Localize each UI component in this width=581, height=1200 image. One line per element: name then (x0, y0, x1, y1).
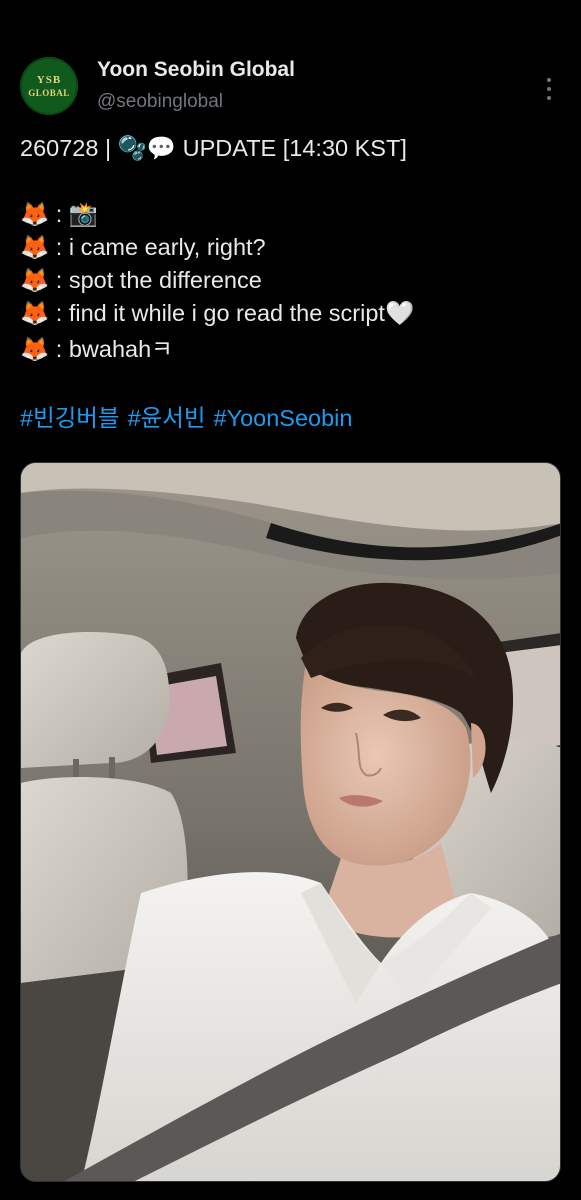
message-text: : find it while i go read the script🤍 (49, 300, 415, 326)
update-time-label: UPDATE [14:30 KST] (176, 135, 407, 161)
more-options-icon[interactable] (536, 72, 562, 112)
hashtag-link[interactable]: #윤서빈 (128, 405, 206, 431)
message-text: : i came early, right? (49, 234, 266, 260)
message-line: 🦊 : find it while i go read the script🤍 (20, 298, 414, 328)
message-line: 🦊 : 📸 (20, 199, 98, 229)
hashtag-link[interactable]: #빈깅버블 (20, 405, 120, 431)
message-text: : bwahahㅋ (49, 336, 173, 362)
fox-face-icon: 🦊 (20, 200, 50, 228)
fox-face-icon: 🦊 (20, 266, 50, 294)
account-handle[interactable]: @seobinglobal (97, 91, 223, 113)
message-line: 🦊 : bwahahㅋ (20, 334, 173, 364)
fox-face-icon: 🦊 (20, 299, 50, 327)
message-line: 🦊 : i came early, right? (20, 232, 266, 262)
profile-avatar[interactable]: YSB GLOBAL (20, 57, 78, 115)
message-line: 🦊 : spot the difference (20, 265, 262, 295)
fox-face-icon: 🦊 (20, 335, 50, 363)
fox-face-icon: 🦊 (20, 233, 50, 261)
message-text: : 📸 (49, 201, 99, 227)
photo-illustration (21, 463, 560, 1181)
avatar-logo-text-bottom: GLOBAL (28, 87, 70, 98)
update-header-line: 260728 | 🫧💬 UPDATE [14:30 KST] (20, 133, 407, 163)
display-name[interactable]: Yoon Seobin Global (97, 58, 295, 82)
update-date-label: 260728 | (20, 135, 118, 161)
hashtag-list: #빈깅버블 #윤서빈 #YoonSeobin (20, 403, 360, 433)
avatar-logo-text-top: YSB (36, 73, 62, 86)
message-text: : spot the difference (49, 267, 262, 293)
bubble-chat-icon: 🫧💬 (117, 134, 177, 162)
hashtag-link[interactable]: #YoonSeobin (214, 405, 353, 431)
tweet-photo[interactable] (20, 462, 561, 1182)
tweet[interactable]: YSB GLOBAL Yoon Seobin Global @seobinglo… (0, 0, 581, 1200)
